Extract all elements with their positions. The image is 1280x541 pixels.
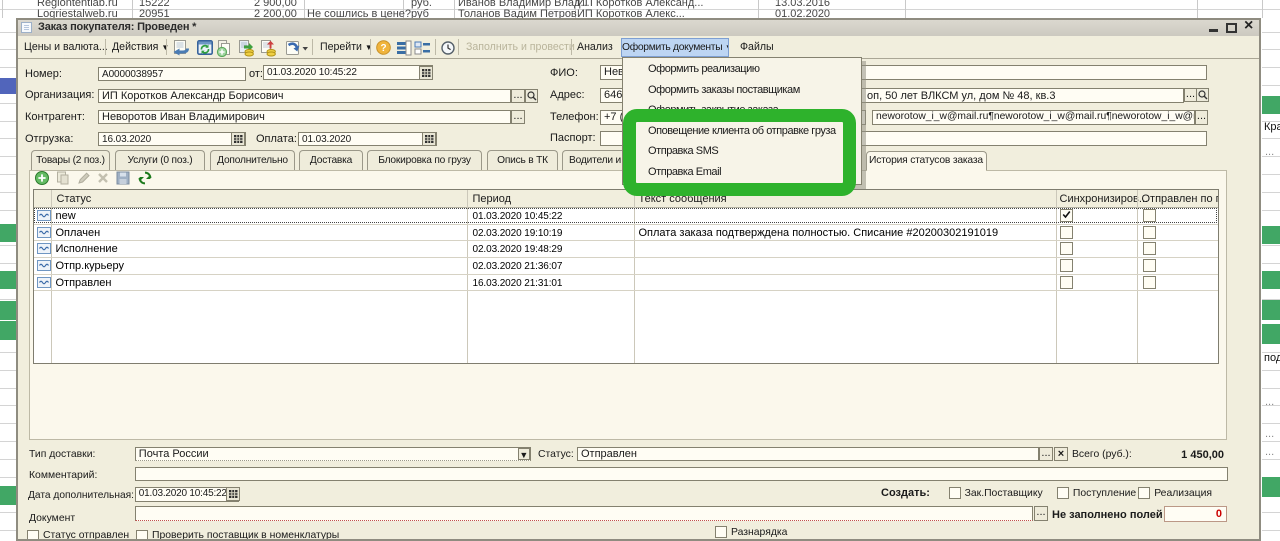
svg-text:?: ? bbox=[380, 43, 386, 54]
